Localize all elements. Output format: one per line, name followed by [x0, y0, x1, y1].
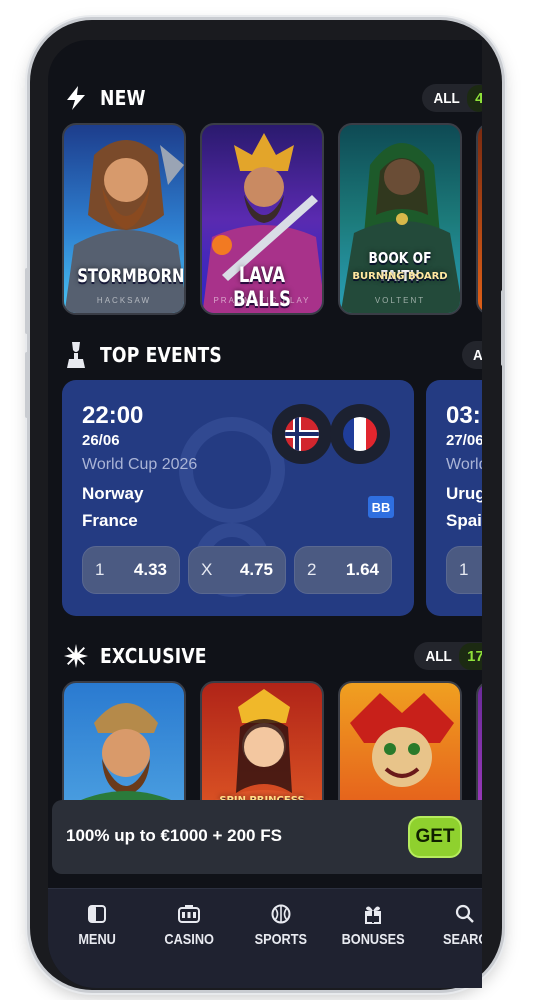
search-icon — [420, 903, 482, 925]
section-title: NEW — [100, 86, 146, 110]
top-events-section-header: TOP EVENTS — [64, 340, 242, 370]
all-label: ALL — [433, 89, 460, 107]
nav-casino[interactable]: CASINO — [144, 903, 234, 949]
odds-value: 1.64 — [345, 560, 379, 579]
count-badge: 178 — [459, 642, 482, 670]
bottom-navigation: MENU CASINO SPORTS BONUSES SEARC — [48, 888, 482, 988]
nav-search[interactable]: SEARC — [420, 903, 482, 949]
game-card[interactable]: STORMBORN HACKSAW — [62, 123, 186, 315]
game-card[interactable]: LAVA BALLS PRAGMATIC PLAY — [200, 123, 324, 315]
odds-button-home[interactable]: 1 4.33 — [82, 546, 180, 594]
new-games-row: STORMBORN HACKSAW LAVA BALLS PRAGMATIC P… — [62, 123, 482, 315]
odds-key: 1 — [95, 560, 105, 579]
nav-label: BONUSES — [341, 931, 405, 948]
phone-side-button — [25, 268, 29, 334]
nav-label: SPORTS — [254, 931, 308, 948]
count-badge: 40 — [467, 84, 482, 112]
nav-sports[interactable]: SPORTS — [236, 903, 326, 949]
all-events-button[interactable]: AL — [462, 341, 482, 369]
event-time: 03: — [446, 402, 481, 429]
sports-icon — [236, 903, 326, 925]
game-card[interactable]: BOOK OF FAITH BURNING BOARD VOLTENT — [338, 123, 462, 315]
all-exclusive-button[interactable]: ALL 178 — [414, 642, 482, 670]
phone-side-button — [25, 352, 29, 418]
odds-key: 1 — [459, 560, 469, 579]
all-label: AL — [473, 346, 482, 364]
team-away: France — [82, 511, 138, 530]
promo-text: 100% up to €1000 + 200 FS — [66, 826, 282, 845]
team-home: Norway — [82, 484, 144, 503]
game-title: STORMBORN — [77, 265, 185, 287]
casino-icon — [144, 903, 234, 925]
all-label: ALL — [425, 647, 452, 665]
sparkle-icon — [64, 644, 88, 668]
section-title: EXCLUSIVE — [100, 644, 207, 668]
odds-key: 2 — [307, 560, 317, 579]
game-provider: HACKSAW — [96, 296, 152, 305]
nav-label: CASINO — [164, 931, 214, 948]
odds-button-away[interactable]: 2 1.64 — [294, 546, 392, 594]
event-league: World Cup 2026 — [82, 456, 198, 473]
event-card[interactable]: 22:00 26/06 World Cup 2026 Norway France… — [62, 380, 414, 616]
nav-label: SEARC — [442, 931, 482, 948]
odds-button-draw[interactable]: X 4.75 — [188, 546, 286, 594]
event-time: 22:00 — [82, 402, 144, 429]
event-date: 27/06 — [446, 432, 482, 449]
game-provider: PRAGMATIC PLAY — [213, 296, 311, 305]
bet-builder-badge: BB — [368, 496, 394, 518]
event-league: World — [446, 456, 482, 473]
exclusive-section-header: EXCLUSIVE — [64, 641, 224, 671]
team-away: Spain — [446, 511, 482, 530]
odds-value: 4.75 — [239, 560, 273, 579]
new-section-header: NEW — [64, 83, 153, 113]
nav-menu[interactable]: MENU — [52, 903, 142, 949]
game-provider: VOLTENT — [374, 296, 426, 305]
france-flag-icon — [330, 404, 390, 464]
nav-bonuses[interactable]: BONUSES — [328, 903, 418, 949]
section-title: TOP EVENTS — [100, 343, 222, 367]
event-card-partial[interactable]: 03: 27/06 World Urug Spain 1 — [426, 380, 482, 616]
app-screen: NEW ALL 40 STORMBORN HACKSAW — [48, 40, 482, 988]
nav-label: MENU — [78, 931, 116, 948]
all-new-button[interactable]: ALL 40 — [422, 84, 482, 112]
menu-icon — [52, 903, 142, 925]
norway-flag-icon — [272, 404, 332, 464]
phone-side-button — [501, 290, 505, 366]
lightning-icon — [64, 86, 88, 110]
odds-key: X — [201, 560, 213, 579]
game-subtitle: BURNING BOARD — [352, 271, 448, 282]
team-home: Urug — [446, 484, 482, 503]
gift-icon — [328, 903, 418, 925]
odds-value: 4.33 — [133, 560, 167, 579]
trophy-icon — [64, 342, 88, 368]
event-date: 26/06 — [82, 432, 120, 449]
game-card-partial[interactable] — [476, 123, 482, 315]
get-bonus-button[interactable]: GET — [408, 816, 462, 858]
promo-banner[interactable]: 100% up to €1000 + 200 FS GET — [52, 800, 482, 874]
odds-button-home[interactable]: 1 — [446, 546, 482, 594]
